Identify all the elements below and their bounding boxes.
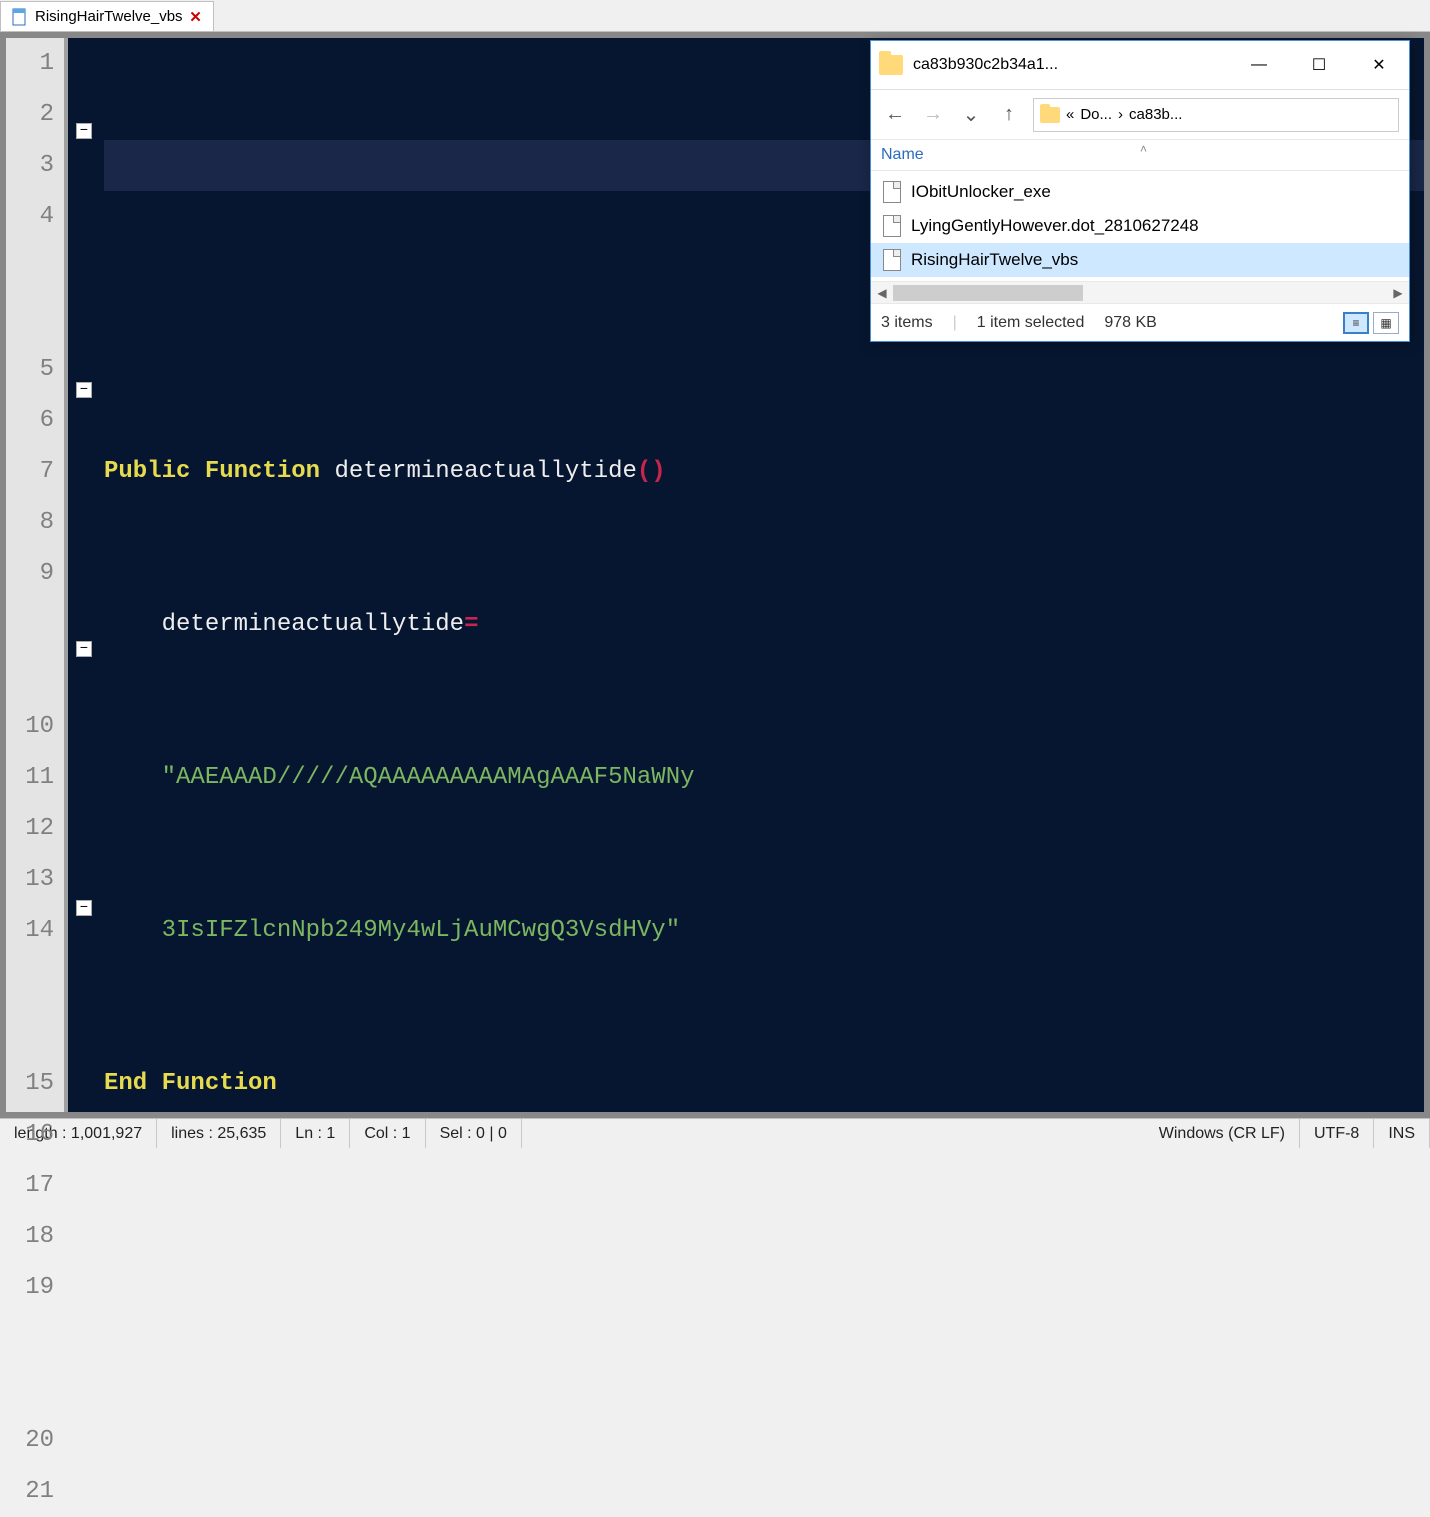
close-icon[interactable]: ✕ <box>189 10 203 24</box>
scroll-right-arrow-icon[interactable]: ▶ <box>1387 282 1409 304</box>
tab-label: RisingHairTwelve_vbs <box>35 8 183 25</box>
sort-indicator-icon: ˄ <box>1140 142 1147 156</box>
status-col: Col : 1 <box>350 1119 425 1148</box>
line-number-gutter: 1 2 3 4 5 6 7 8 9 10 11 12 13 14 15 16 1… <box>6 38 68 1112</box>
folder-icon <box>1040 107 1060 123</box>
code-line: 3IsIFZlcnNpb249My4wLjAuMCwgQ3VsdHVy" <box>104 905 1424 956</box>
status-insert-mode[interactable]: INS <box>1374 1119 1430 1148</box>
status-ln: Ln : 1 <box>281 1119 350 1148</box>
tab-bar: RisingHairTwelve_vbs ✕ <box>0 0 1430 32</box>
status-item-count: 3 items <box>881 314 933 332</box>
breadcrumb[interactable]: Do... <box>1080 106 1112 123</box>
horizontal-scrollbar[interactable]: ◀ ▶ <box>871 281 1409 303</box>
scroll-left-arrow-icon[interactable]: ◀ <box>871 282 893 304</box>
fold-column: − − − − <box>68 38 100 1112</box>
status-selected: 1 item selected <box>977 314 1085 332</box>
maximize-button[interactable]: ☐ <box>1289 41 1349 89</box>
code-line: "AAEAAAD/////AQAAAAAAAAAMAgAAAF5NaWNy <box>104 752 1424 803</box>
list-item[interactable]: IObitUnlocker_exe <box>871 175 1409 209</box>
code-line: Public Function determineactuallytide() <box>104 446 1424 497</box>
file-list: IObitUnlocker_exe LyingGentlyHowever.dot… <box>871 171 1409 281</box>
fold-toggle[interactable]: − <box>76 123 92 139</box>
breadcrumb-separator: « <box>1066 106 1074 123</box>
explorer-title: ca83b930c2b34a1... <box>913 56 1229 74</box>
status-sel: Sel : 0 | 0 <box>426 1119 522 1148</box>
details-view-button[interactable]: ≡ <box>1343 312 1369 334</box>
status-bar: length : 1,001,927 lines : 25,635 Ln : 1… <box>0 1118 1430 1148</box>
status-eol[interactable]: Windows (CR LF) <box>1145 1119 1300 1148</box>
file-icon <box>883 181 901 203</box>
status-lines: lines : 25,635 <box>157 1119 281 1148</box>
fold-toggle[interactable]: − <box>76 641 92 657</box>
explorer-status: 3 items | 1 item selected 978 KB ≡ ▦ <box>871 303 1409 341</box>
minimize-button[interactable]: — <box>1229 41 1289 89</box>
file-tab[interactable]: RisingHairTwelve_vbs ✕ <box>0 1 214 31</box>
close-button[interactable]: ✕ <box>1349 41 1409 89</box>
recent-locations-button[interactable]: ⌄ <box>957 101 985 129</box>
scrollbar-thumb[interactable] <box>893 285 1083 301</box>
list-item[interactable]: LyingGentlyHowever.dot_2810627248 <box>871 209 1409 243</box>
status-size: 978 KB <box>1104 314 1156 332</box>
folder-icon <box>879 55 903 75</box>
up-button[interactable]: ↑ <box>995 101 1023 129</box>
explorer-nav: ← → ⌄ ↑ « Do... › ca83b... <box>871 89 1409 139</box>
forward-button[interactable]: → <box>919 101 947 129</box>
explorer-window[interactable]: ca83b930c2b34a1... — ☐ ✕ ← → ⌄ ↑ « Do...… <box>870 40 1410 342</box>
code-line: determineactuallytide= <box>104 599 1424 650</box>
fold-toggle[interactable]: − <box>76 900 92 916</box>
file-icon <box>883 215 901 237</box>
breadcrumb[interactable]: ca83b... <box>1129 106 1182 123</box>
address-bar[interactable]: « Do... › ca83b... <box>1033 98 1399 132</box>
explorer-titlebar[interactable]: ca83b930c2b34a1... — ☐ ✕ <box>871 41 1409 89</box>
list-item[interactable]: RisingHairTwelve_vbs <box>871 243 1409 277</box>
file-icon <box>883 249 901 271</box>
back-button[interactable]: ← <box>881 101 909 129</box>
thumbnails-view-button[interactable]: ▦ <box>1373 312 1399 334</box>
status-encoding[interactable]: UTF-8 <box>1300 1119 1374 1148</box>
breadcrumb-separator: › <box>1118 106 1123 123</box>
fold-toggle[interactable]: − <box>76 382 92 398</box>
code-line: End Function <box>104 1058 1424 1109</box>
file-icon <box>11 8 29 26</box>
column-header[interactable]: Name ˄ <box>871 139 1409 171</box>
